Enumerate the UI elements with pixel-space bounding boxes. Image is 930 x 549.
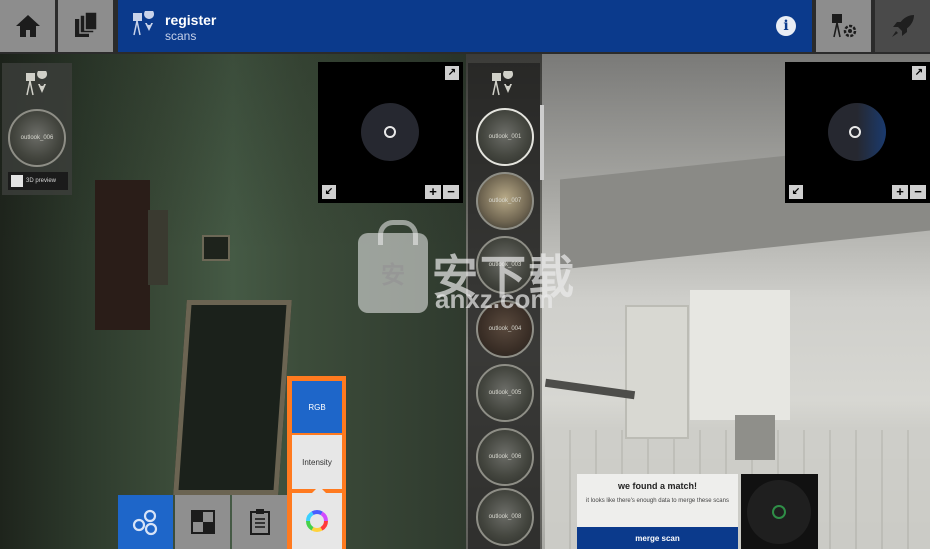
zoom-in-button[interactable]: + (425, 185, 441, 199)
source-scan-thumbnail[interactable]: outlook_006 (8, 109, 66, 167)
checkerboard-button[interactable] (175, 495, 230, 549)
scan-list-scrollbar[interactable] (540, 105, 544, 180)
match-position-marker (772, 505, 786, 519)
expand-icon[interactable]: ↗ (445, 66, 459, 80)
collapse-icon[interactable]: ↙ (322, 185, 336, 199)
launch-button[interactable] (875, 0, 930, 52)
scene-shelf (625, 305, 689, 439)
3d-preview-label: 3D preview (26, 178, 57, 184)
scene-door (95, 180, 150, 330)
scan-list-item[interactable]: outlook_001 (476, 108, 534, 166)
scan-location-icon (492, 71, 514, 96)
left-minimap[interactable]: ↗ ↙ + − (318, 62, 463, 203)
scan-list-item[interactable]: outlook_005 (476, 364, 534, 422)
watermark-url: anxz.com (435, 284, 554, 314)
cube-icon (11, 175, 23, 187)
color-mode-button[interactable] (292, 493, 342, 549)
scan-item-label: outlook_004 (488, 326, 522, 332)
rgb-mode-option[interactable]: RGB (292, 381, 342, 433)
scene-chalkboard (173, 300, 292, 495)
scan-item-label: outlook_001 (488, 134, 522, 140)
scan-settings-icon (831, 14, 856, 38)
minimap-zoom-controls: + − (892, 185, 926, 199)
scan-item-label: outlook_006 (488, 454, 522, 460)
zoom-in-button[interactable]: + (892, 185, 908, 199)
match-description: it looks like there's enough data to mer… (586, 498, 729, 504)
scan-item-label: outlook_008 (488, 514, 522, 520)
home-icon (15, 15, 40, 37)
color-wheel-icon (306, 510, 328, 532)
scan-item-label: outlook_005 (488, 390, 522, 396)
scan-position-marker (384, 126, 396, 138)
right-minimap[interactable]: ↗ ↙ + − (785, 62, 930, 203)
intensity-mode-label: Intensity (302, 457, 332, 467)
rgb-mode-label: RGB (308, 402, 326, 412)
scene-cabinet (690, 290, 790, 420)
scan-settings-button[interactable] (816, 0, 871, 52)
popup-pointer (312, 486, 326, 493)
match-preview-map[interactable] (741, 474, 818, 549)
documents-icon (74, 11, 98, 37)
info-icon: i (783, 18, 789, 34)
home-button[interactable] (0, 0, 55, 52)
collapse-icon[interactable]: ↙ (789, 185, 803, 199)
scene-box (735, 415, 775, 460)
match-title: we found a match! (617, 481, 697, 491)
scan-list-item[interactable]: outlook_006 (476, 428, 534, 486)
expand-icon[interactable]: ↗ (912, 66, 926, 80)
checkerboard-icon (190, 510, 215, 534)
page-title: register (165, 12, 217, 28)
info-button[interactable]: i (776, 16, 796, 36)
scene-picture-frame (202, 235, 230, 261)
scene-doorway (148, 210, 168, 285)
report-button[interactable] (232, 495, 287, 549)
page-subtitle: scans (165, 29, 197, 43)
scan-cluster-button[interactable] (118, 495, 173, 549)
thumbnail-label: outlook_006 (20, 135, 54, 141)
watermark-logo-char: 安 (381, 262, 405, 289)
title-panel: register scans i (118, 0, 812, 52)
merge-scan-label: merge scan (635, 533, 680, 543)
clipboard-icon (249, 509, 270, 535)
3d-preview-button[interactable]: 3D preview (8, 172, 68, 190)
minimap-zoom-controls: + − (425, 185, 459, 199)
scan-location-icon (26, 71, 48, 96)
cluster-icon (132, 509, 157, 536)
scan-position-marker (849, 126, 861, 138)
projects-button[interactable] (58, 0, 113, 52)
register-scan-icon (133, 11, 155, 36)
scan-item-label: outlook_007 (488, 198, 522, 204)
intensity-mode-option[interactable]: Intensity (292, 435, 342, 489)
rocket-icon (891, 15, 914, 37)
scan-list-item[interactable]: outlook_008 (476, 488, 534, 546)
merge-scan-button[interactable]: merge scan (577, 527, 738, 549)
zoom-out-button[interactable]: − (443, 185, 459, 199)
match-notification: we found a match! it looks like there's … (577, 474, 738, 527)
zoom-out-button[interactable]: − (910, 185, 926, 199)
scan-list-item[interactable]: outlook_007 (476, 172, 534, 230)
